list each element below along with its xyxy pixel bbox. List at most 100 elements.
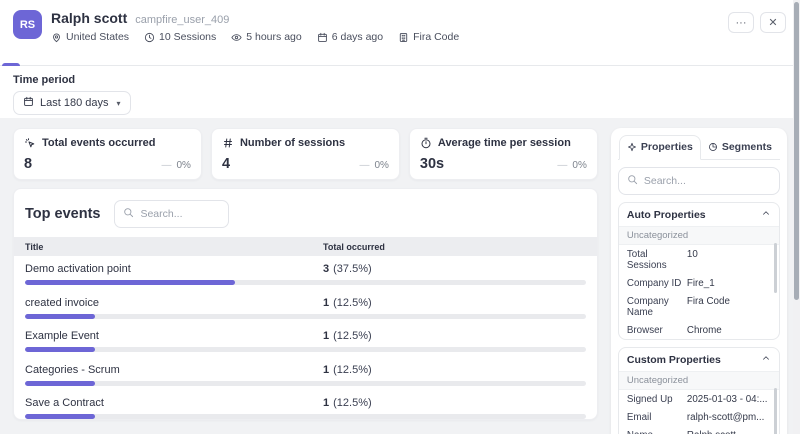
property-value: Ralph scott: [687, 430, 771, 434]
window-scrollbar[interactable]: [793, 0, 800, 434]
section-title: Custom Properties: [627, 354, 721, 366]
user-id: campfire_user_409: [135, 14, 229, 26]
event-bar-fill: [25, 280, 235, 285]
properties-section: Auto Properties Uncategorized Total Sess…: [618, 202, 780, 340]
sidebar-tab-segments[interactable]: Segments: [701, 136, 779, 159]
event-count: 1: [323, 297, 329, 309]
tab-engagement[interactable]: [100, 52, 104, 65]
table-row[interactable]: Categories - Scrum 1 (12.5%): [14, 357, 597, 391]
section-header[interactable]: Auto Properties: [619, 203, 779, 226]
event-title: Save a Contract: [25, 397, 323, 409]
pie-chart-icon: [708, 142, 718, 152]
event-bar-track: [25, 314, 586, 319]
event-percent: (37.5%): [333, 263, 372, 275]
properties-search[interactable]: [618, 167, 780, 195]
profile-tabbar: [0, 52, 800, 66]
section-header[interactable]: Custom Properties: [619, 348, 779, 371]
section-scrollbar-thumb[interactable]: [774, 243, 777, 293]
calendar-icon: [317, 32, 328, 43]
window-scrollbar-thumb[interactable]: [794, 2, 799, 300]
table-row[interactable]: Example Event 1 (12.5%): [14, 323, 597, 357]
clock-icon: [144, 32, 155, 43]
user-meta-label: 6 days ago: [332, 31, 383, 43]
event-title: Demo activation point: [25, 263, 323, 275]
sidebar-tabbar: Properties Segments: [618, 135, 780, 160]
sidebar-tab-label: Properties: [641, 141, 693, 153]
eye-icon: [231, 32, 242, 43]
table-row[interactable]: created invoice 1 (12.5%): [14, 290, 597, 324]
top-events-search-input[interactable]: [140, 208, 220, 220]
section-title: Auto Properties: [627, 209, 706, 221]
profile-header: RS Ralph scott campfire_user_409 United …: [0, 0, 800, 43]
top-events-search[interactable]: [114, 200, 229, 228]
table-row[interactable]: Save a Contract 1 (12.5%): [14, 390, 597, 420]
top-events-title: Top events: [25, 206, 100, 222]
stat-value: 30s: [420, 156, 444, 172]
property-row: Company ID Fire_1: [619, 274, 779, 292]
event-percent: (12.5%): [333, 364, 372, 376]
user-meta-item: United States: [51, 31, 129, 43]
trend-dash-icon: —: [557, 160, 567, 171]
event-percent: (12.5%): [333, 297, 372, 309]
sparkle-icon: [627, 142, 637, 152]
stat-delta: 0%: [177, 160, 191, 171]
column-title: Title: [25, 242, 323, 252]
close-button[interactable]: ✕: [760, 12, 786, 33]
more-options-button[interactable]: ···: [728, 12, 754, 33]
stat-delta: 0%: [374, 160, 388, 171]
column-total-occurred: Total occurred: [323, 242, 385, 252]
event-percent: (12.5%): [333, 330, 372, 342]
user-meta-row: United States 10 Sessions 5 hours ago 6 …: [51, 31, 459, 43]
chevron-up-icon[interactable]: [761, 208, 771, 221]
section-scrollbar-thumb[interactable]: [774, 388, 777, 434]
event-title: created invoice: [25, 297, 323, 309]
property-key: Name: [627, 430, 687, 434]
property-value: ralph-scott@pm...: [687, 412, 771, 423]
section-category-label: Uncategorized: [619, 371, 779, 390]
properties-search-input[interactable]: [644, 175, 771, 187]
time-period-dropdown[interactable]: Last 180 days ▾: [13, 91, 131, 115]
user-meta-label: 5 hours ago: [246, 31, 301, 43]
event-bar-track: [25, 347, 586, 352]
identity-block: Ralph scott campfire_user_409 United Sta…: [51, 10, 459, 43]
stat-value: 8: [24, 156, 32, 172]
property-key: Company ID: [627, 278, 687, 289]
building-icon: [398, 32, 409, 43]
properties-sidebar: Properties Segments Auto Properties Unca…: [611, 128, 787, 434]
tab-sentiment[interactable]: [71, 52, 75, 65]
property-key: Total Sessions: [627, 249, 687, 271]
trend-dash-icon: —: [162, 160, 172, 171]
sidebar-tab-properties[interactable]: Properties: [619, 135, 701, 160]
event-percent: (12.5%): [333, 397, 372, 409]
stat-label: Total events occurred: [42, 137, 156, 149]
property-value: Fira Code: [687, 296, 771, 307]
property-row: Signed Up 2025-01-03 - 04:...: [619, 390, 779, 408]
event-count: 1: [323, 364, 329, 376]
tab-overview[interactable]: [13, 52, 17, 65]
stat-delta: 0%: [572, 160, 586, 171]
user-meta-label: United States: [66, 31, 129, 43]
avatar: RS: [13, 10, 42, 39]
search-icon: [627, 172, 638, 190]
event-bar-track: [25, 414, 586, 419]
section-category-label: Uncategorized: [619, 226, 779, 245]
calendar-icon: [23, 96, 34, 110]
search-icon: [123, 205, 134, 223]
property-key: Signed Up: [627, 394, 687, 405]
property-key: Email: [627, 412, 687, 423]
chevron-down-icon: ▾: [117, 99, 121, 108]
user-meta-label: Fira Code: [413, 31, 459, 43]
events-table-header: Title Total occurred: [14, 237, 597, 256]
event-bar-fill: [25, 414, 95, 419]
property-row: Browser Chrome: [619, 321, 779, 339]
event-title: Example Event: [25, 330, 323, 342]
properties-section: Custom Properties Uncategorized Signed U…: [618, 347, 780, 434]
cursor-click-icon: [24, 137, 36, 149]
user-name: Ralph scott: [51, 10, 127, 26]
event-bar-fill: [25, 381, 95, 386]
chevron-up-icon[interactable]: [761, 353, 771, 366]
table-row[interactable]: Demo activation point 3 (37.5%): [14, 256, 597, 290]
tab-sessions[interactable]: [42, 52, 46, 65]
property-key: Browser: [627, 325, 687, 336]
stat-card: Total events occurred 8 — 0%: [13, 128, 202, 180]
